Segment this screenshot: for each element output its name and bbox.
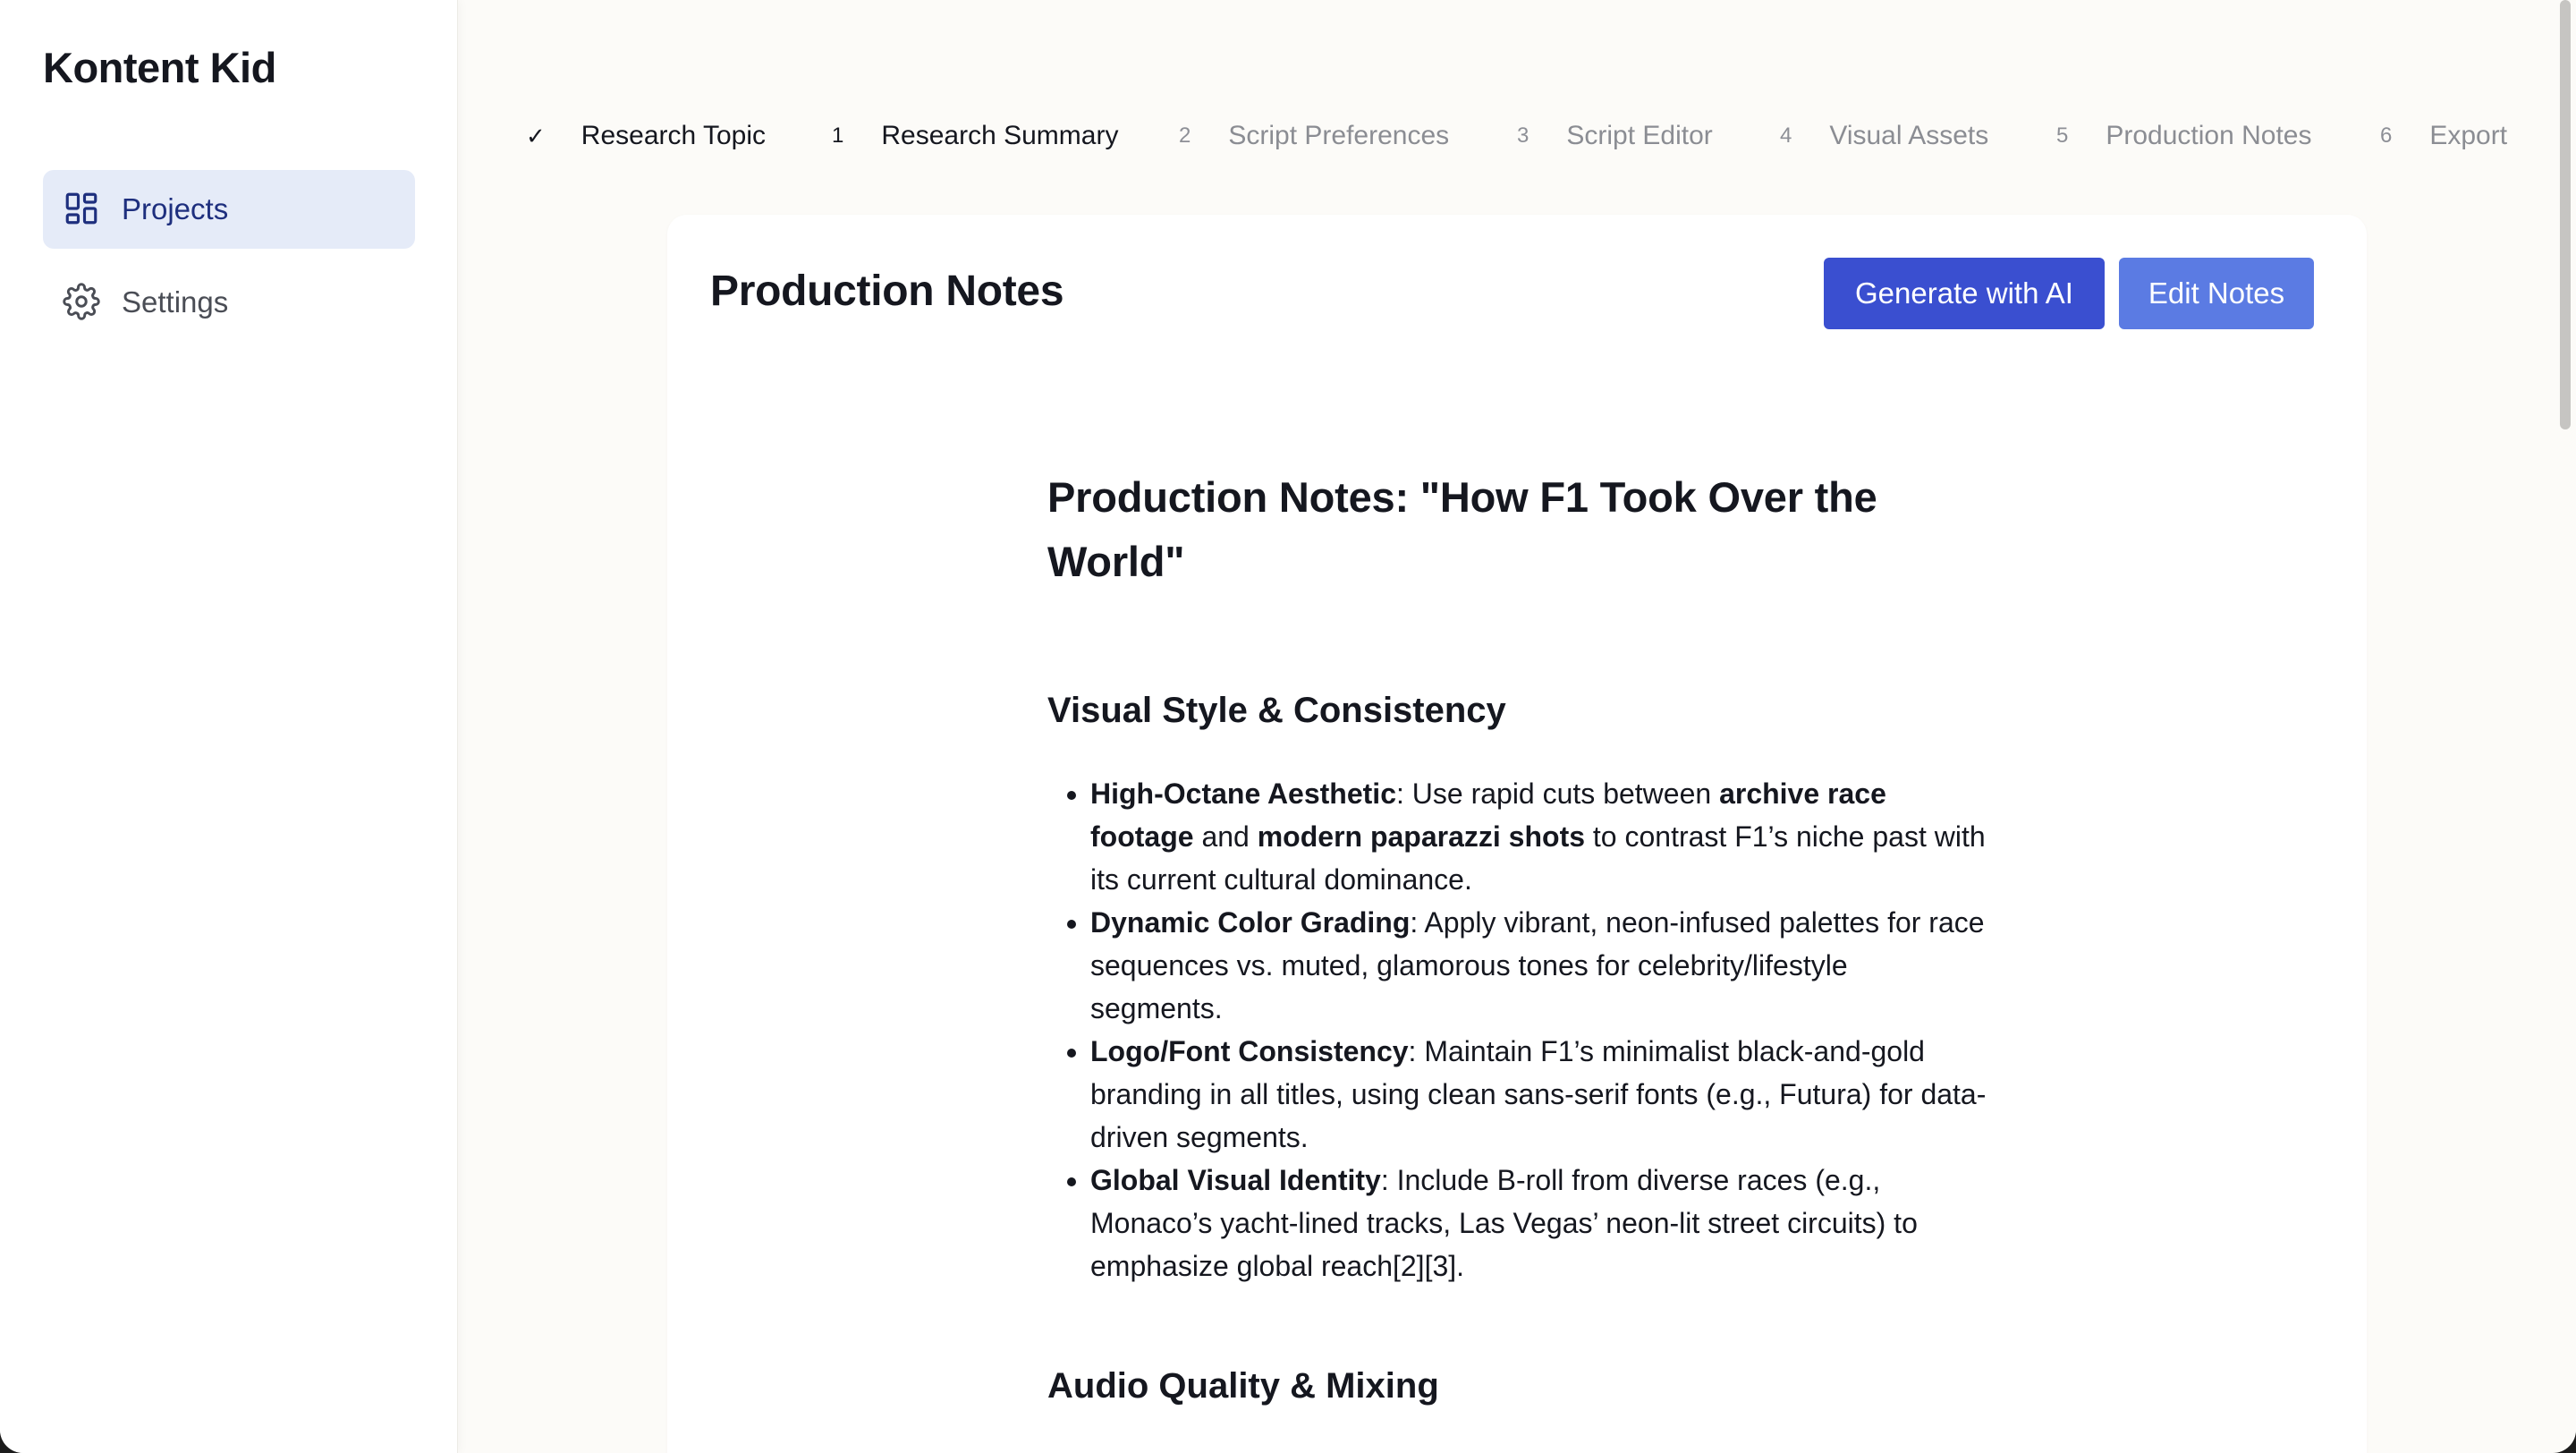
list-item: High-Octane Aesthetic: Use rapid cuts be… <box>1090 772 1987 901</box>
bullet-term: Logo/Font Consistency <box>1090 1035 1409 1067</box>
sidebar-item-label: Projects <box>122 192 229 225</box>
step-production-notes[interactable]: 5 Production Notes <box>2056 107 2312 165</box>
sidebar-item-settings[interactable]: Settings <box>43 263 415 342</box>
production-notes-panel: Production Notes Generate with AI Edit N… <box>667 215 2367 1453</box>
step-number: 6 <box>2380 123 2393 148</box>
step-script-preferences[interactable]: 2 Script Preferences <box>1179 107 1449 165</box>
step-number: 3 <box>1517 123 1530 148</box>
step-script-editor[interactable]: 3 Script Editor <box>1517 107 1713 165</box>
document-heading: Production Notes: "How F1 Took Over the … <box>1047 473 1877 585</box>
step-research-topic[interactable]: ✓ Research Topic <box>526 107 766 165</box>
scrollbar-thumb[interactable] <box>2560 0 2571 429</box>
step-number: 2 <box>1179 123 1191 148</box>
step-label: Visual Assets <box>1829 121 1989 150</box>
app-window: Kontent Kid Projects Settings ✓ Research… <box>0 0 2576 1453</box>
step-visual-assets[interactable]: 4 Visual Assets <box>1780 107 1988 165</box>
bullet-term: High-Octane Aesthetic <box>1090 777 1396 810</box>
section-heading: Audio Quality & Mixing <box>1047 1366 1439 1406</box>
list-item: Global Visual Identity: Include B-roll f… <box>1090 1159 1987 1287</box>
step-label: Export <box>2429 121 2508 150</box>
step-label: Research Summary <box>881 121 1119 150</box>
bullet-text: and <box>1193 820 1258 853</box>
scrollbar[interactable] <box>2556 0 2576 1453</box>
bullet-list: High-Octane Aesthetic: Use rapid cuts be… <box>1047 772 1987 1287</box>
sidebar-item-label: Settings <box>122 285 229 319</box>
edit-notes-button[interactable]: Edit Notes <box>2119 258 2314 329</box>
gear-icon <box>63 283 100 320</box>
step-number: 1 <box>832 123 844 148</box>
page-title: Production Notes <box>710 268 1064 315</box>
generate-with-ai-button[interactable]: Generate with AI <box>1824 258 2105 329</box>
list-item: Dynamic Color Grading: Apply vibrant, ne… <box>1090 901 1987 1030</box>
list-item: Logo/Font Consistency: Maintain F1’s min… <box>1090 1030 1987 1159</box>
step-number: 5 <box>2056 123 2069 148</box>
app-title: Kontent Kid <box>43 44 276 91</box>
step-label: Research Topic <box>580 121 767 150</box>
check-icon: ✓ <box>526 122 546 149</box>
bullet-text: : Use rapid cuts between <box>1395 777 1720 810</box>
sidebar-item-projects[interactable]: Projects <box>43 170 415 249</box>
step-research-summary[interactable]: 1 Research Summary <box>832 107 1118 165</box>
bullet-term: Global Visual Identity <box>1090 1164 1381 1196</box>
notes-document: Production Notes: "How F1 Took Over the … <box>1047 465 1987 1408</box>
workflow-stepper: ✓ Research Topic 1 Research Summary 2 Sc… <box>458 107 2556 165</box>
bullet-emphasis: modern paparazzi shots <box>1257 820 1586 853</box>
step-label: Script Editor <box>1566 121 1713 150</box>
section-heading: Visual Style & Consistency <box>1047 691 1506 730</box>
step-label: Production Notes <box>2106 121 2312 150</box>
main-content: ✓ Research Topic 1 Research Summary 2 Sc… <box>458 0 2556 1453</box>
step-number: 4 <box>1780 123 1792 148</box>
grid-icon <box>63 190 100 227</box>
sidebar: Kontent Kid Projects Settings <box>0 0 458 1453</box>
step-label: Script Preferences <box>1228 121 1450 150</box>
step-export[interactable]: 6 Export <box>2380 107 2507 165</box>
bullet-term: Dynamic Color Grading <box>1090 906 1411 939</box>
